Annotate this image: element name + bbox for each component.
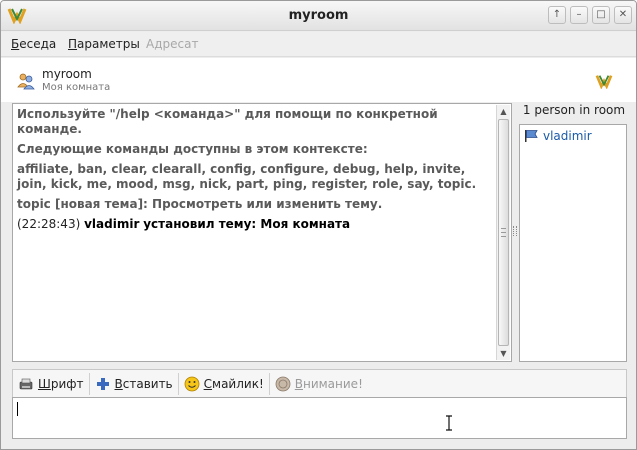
font-icon — [19, 378, 33, 389]
menu-recipient[interactable]: Адресат — [146, 37, 198, 51]
smiley-icon — [184, 376, 200, 391]
menu-options[interactable]: Параметры — [68, 37, 140, 51]
event-text: установил тему: Моя комната — [143, 217, 351, 231]
commands-list-line: affiliate, ban, clear, clearall, config,… — [17, 162, 477, 191]
help-hint-line: Используйте "/help <команда>" для помощи… — [17, 107, 438, 136]
room-name: myroom — [42, 67, 92, 81]
window-title: myroom — [288, 8, 349, 23]
maximize-icon[interactable]: □ — [592, 6, 610, 24]
menu-conversation[interactable]: Беседа — [11, 37, 56, 51]
attention-button[interactable]: Внимание! — [270, 373, 368, 395]
commands-intro-line: Следующие команды доступны в этом контек… — [17, 142, 368, 156]
text-cursor-icon — [446, 415, 452, 431]
minimize-icon[interactable]: – — [570, 6, 588, 24]
chat-window: myroom ↑ – □ ✕ Беседа Параметры Адресат … — [0, 0, 637, 450]
smiley-button[interactable]: Смайлик! — [179, 372, 270, 395]
topic-help-line: topic [новая тема]: Просмотреть или изме… — [17, 197, 383, 211]
topic-change-event: (22:28:43) vladimir установил тему: Моя … — [17, 217, 495, 232]
scrollbar-thumb[interactable] — [498, 119, 509, 346]
room-header: myroom Моя комната — [1, 58, 636, 102]
conversation-log[interactable]: Используйте "/help <команда>" для помощи… — [12, 103, 512, 362]
insert-plus-icon — [96, 377, 109, 390]
event-timestamp: (22:28:43) — [17, 217, 81, 231]
scroll-up-icon[interactable]: ▲ — [497, 105, 510, 118]
close-icon[interactable]: ✕ — [614, 6, 632, 24]
pin-icon[interactable]: ↑ — [548, 6, 566, 24]
insert-button[interactable]: Вставить — [90, 372, 179, 395]
message-input[interactable] — [12, 397, 627, 439]
room-subject: Моя комната — [42, 82, 111, 93]
pane-resize-handle[interactable] — [513, 226, 517, 236]
flag-icon — [525, 130, 538, 142]
occupants-list: vladimir — [519, 124, 627, 362]
room-people-icon — [17, 73, 35, 90]
format-toolbar: Шрифт Вставить Смайлик! Внимание! — [12, 369, 627, 397]
occupant-item[interactable]: vladimir — [524, 129, 592, 143]
font-button[interactable]: Шрифт — [13, 372, 90, 395]
attention-icon — [275, 376, 291, 391]
conversation-scrollbar[interactable]: ▲ ▼ — [496, 105, 510, 360]
occupants-count: 1 person in room — [522, 103, 626, 117]
app-logo-icon — [595, 75, 613, 89]
title-bar[interactable]: myroom ↑ – □ ✕ — [1, 1, 636, 31]
text-caret — [17, 402, 18, 416]
menu-bar: Беседа Параметры Адресат — [1, 32, 636, 57]
event-nick: vladimir — [84, 217, 140, 231]
scroll-down-icon[interactable]: ▼ — [497, 347, 510, 360]
occupant-nick: vladimir — [543, 129, 592, 143]
